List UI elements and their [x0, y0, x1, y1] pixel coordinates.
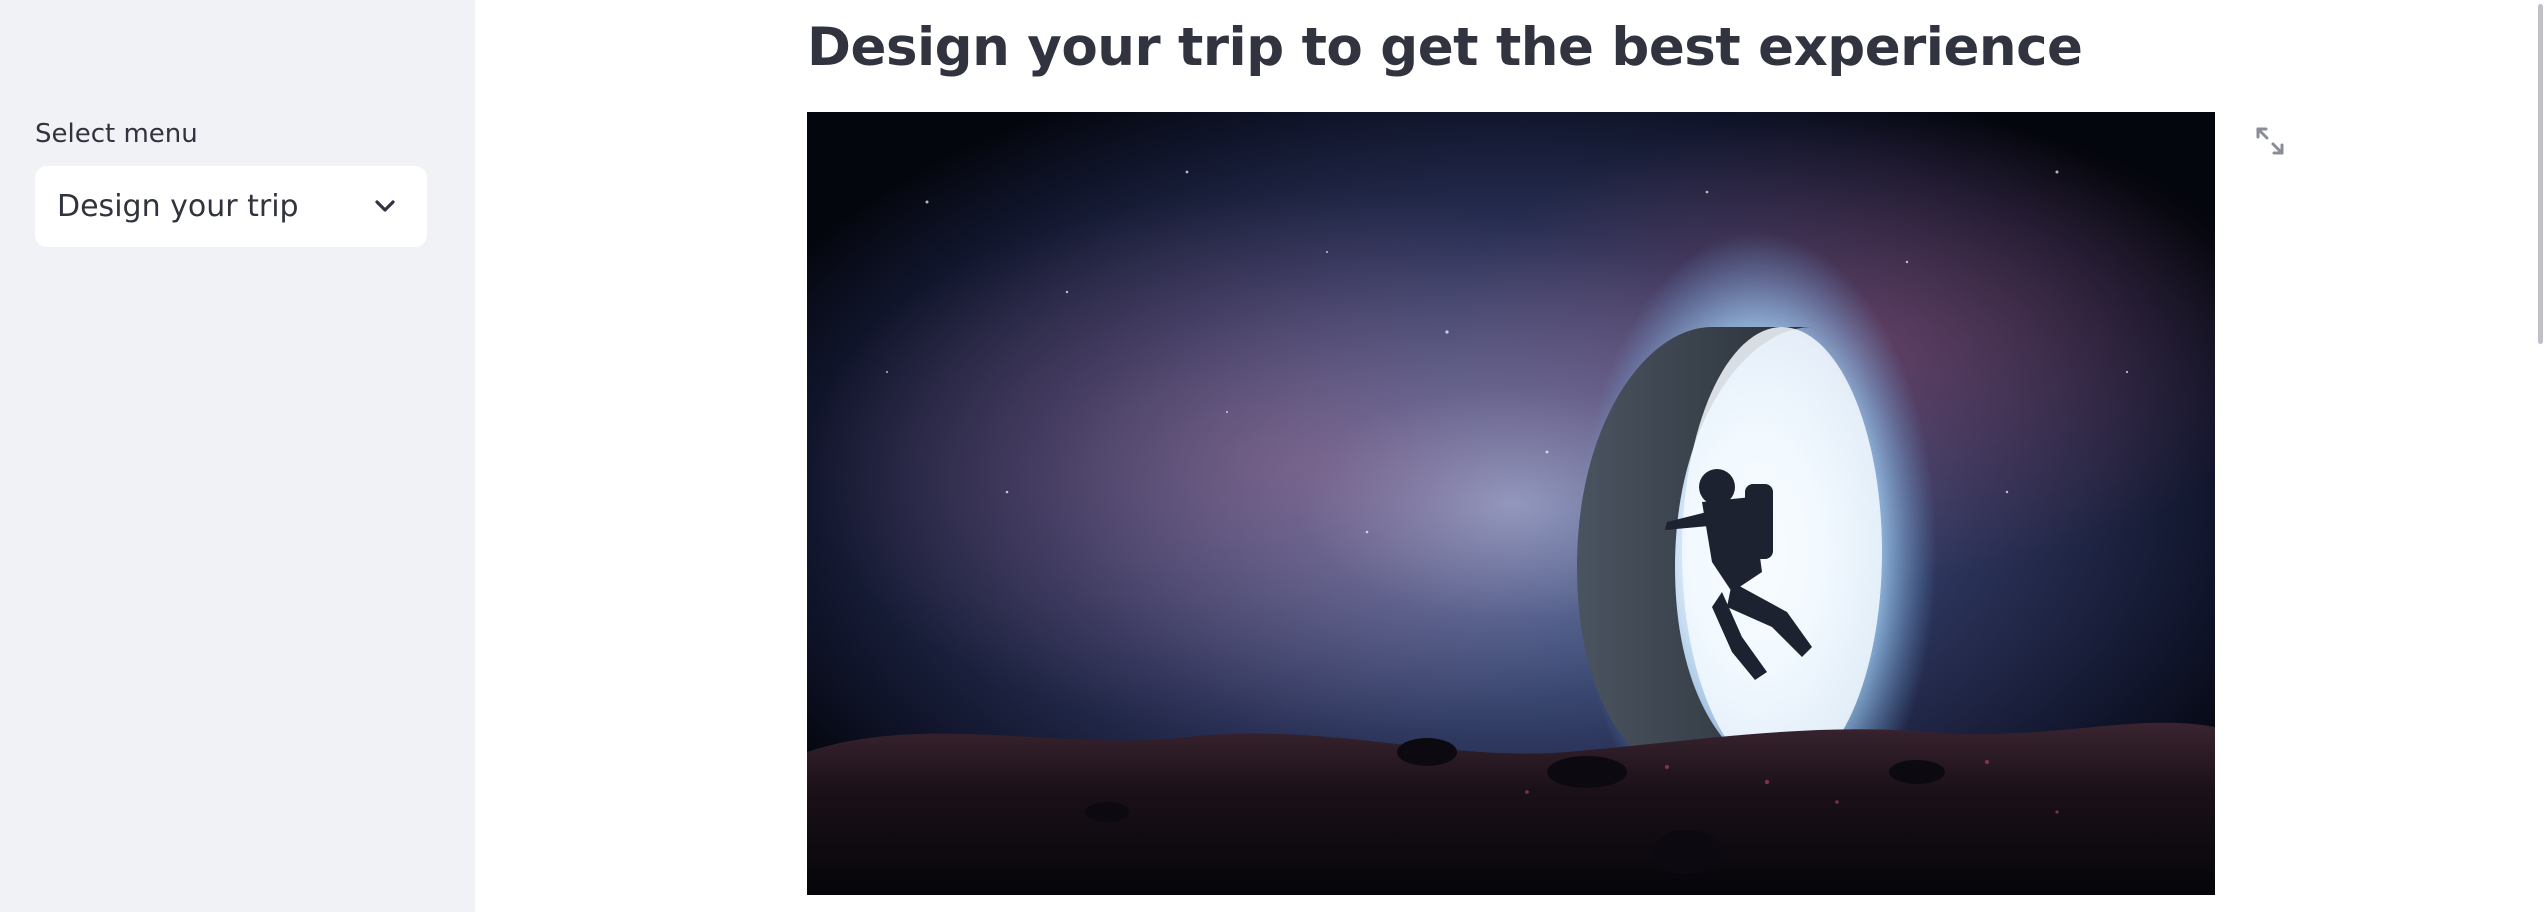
main-content: Design your trip to get the best experie…: [475, 0, 2545, 912]
chevron-down-icon[interactable]: [373, 194, 397, 218]
select-menu-label: Select menu: [35, 119, 198, 149]
sidebar: Select menu Design your trip: [0, 0, 475, 912]
scrollbar-thumb[interactable]: [2538, 4, 2543, 344]
hero-image: [807, 112, 2215, 895]
menu-select[interactable]: Design your trip: [35, 166, 427, 247]
expand-icon[interactable]: [2253, 124, 2287, 158]
app-window: Select menu Design your trip Design your…: [0, 0, 2545, 912]
page-scrollbar[interactable]: [2535, 0, 2545, 912]
selected-option: Design your trip: [57, 189, 299, 224]
page-title: Design your trip to get the best experie…: [807, 17, 2083, 78]
